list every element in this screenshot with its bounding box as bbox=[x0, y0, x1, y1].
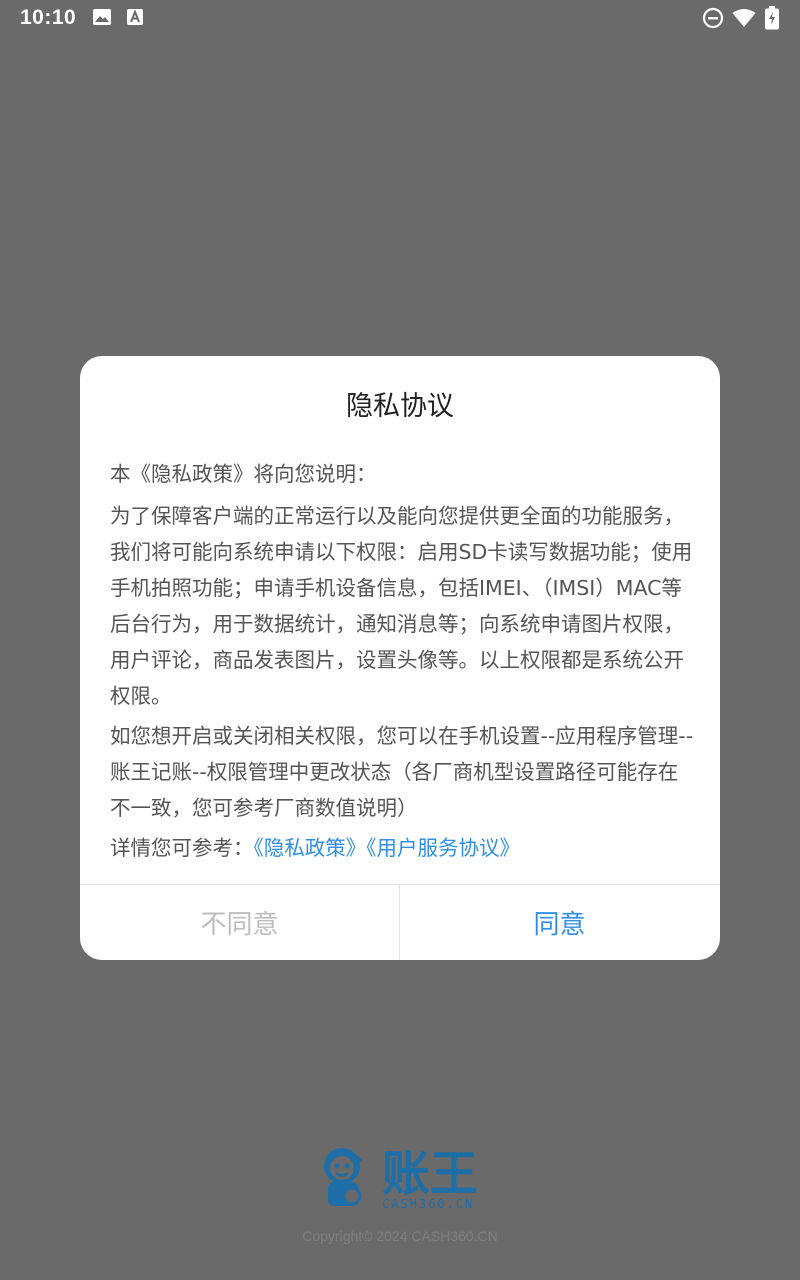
text-a-icon bbox=[127, 9, 143, 25]
details-prefix: 详情您可参考： bbox=[110, 836, 254, 860]
disagree-button[interactable]: 不同意 bbox=[80, 885, 399, 960]
status-bar: 10:10 bbox=[0, 0, 800, 36]
agree-button[interactable]: 同意 bbox=[400, 885, 719, 960]
permissions-paragraph: 为了保障客户端的正常运行以及能向您提供更全面的功能服务，我们将可能向系统申请以下… bbox=[110, 504, 693, 708]
logo-subtext: CASH360.CN bbox=[382, 1197, 474, 1211]
do-not-disturb-icon bbox=[702, 7, 724, 29]
status-time: 10:10 bbox=[20, 6, 77, 29]
dialog-intro: 本《隐私政策》将向您说明： bbox=[110, 462, 377, 486]
wifi-icon bbox=[732, 9, 756, 27]
dialog-body: 本《隐私政策》将向您说明： 为了保障客户端的正常运行以及能向您提供更全面的功能服… bbox=[110, 456, 695, 870]
details-line: 详情您可参考：《隐私政策》《用户服务协议》 bbox=[110, 830, 695, 866]
settings-paragraph: 如您想开启或关闭相关权限，您可以在手机设置--应用程序管理-- 账王记账--权限… bbox=[110, 724, 694, 820]
image-icon bbox=[93, 9, 111, 25]
privacy-policy-link[interactable]: 《隐私政策》 bbox=[254, 836, 367, 860]
dialog-title: 隐私协议 bbox=[346, 391, 454, 422]
user-service-agreement-link[interactable]: 《用户服务协议》 bbox=[366, 836, 520, 860]
logo-text: 账王 bbox=[382, 1146, 478, 1202]
copyright-text: Copyright© 2024 CASH360.CN bbox=[302, 1228, 498, 1244]
battery-charging-icon bbox=[765, 6, 779, 30]
app-logo: 账王 CASH360.CN bbox=[324, 1146, 478, 1211]
